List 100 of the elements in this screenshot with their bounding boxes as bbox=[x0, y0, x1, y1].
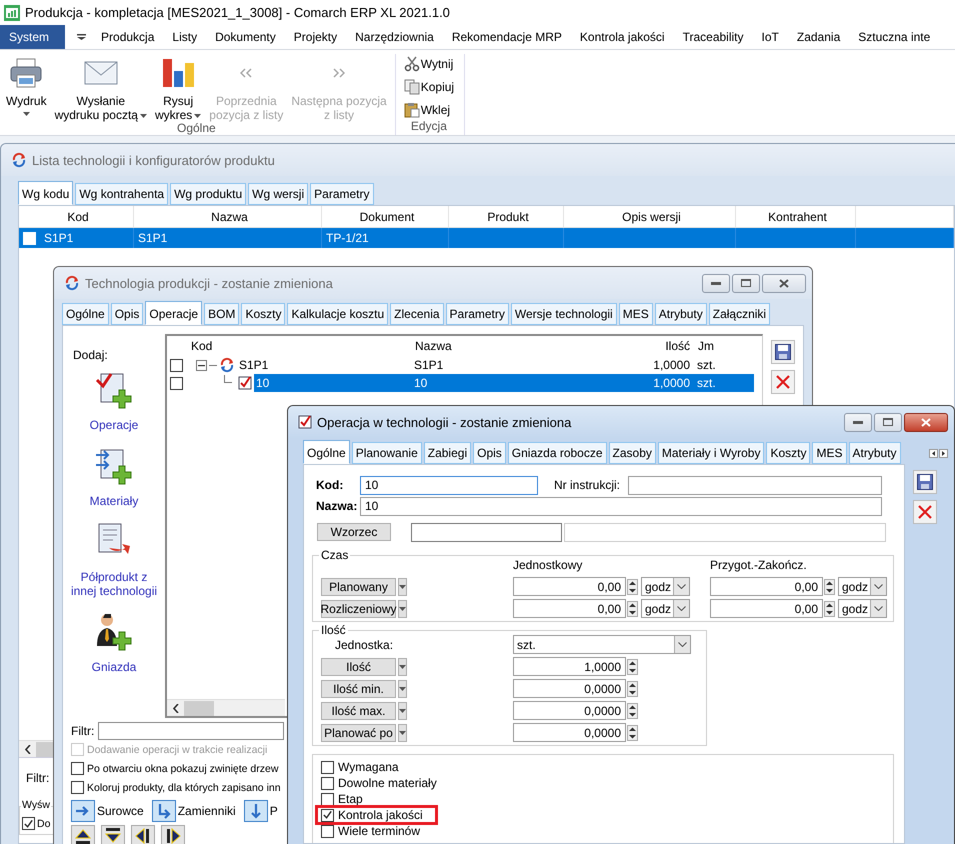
unit-dropdown[interactable]: godz bbox=[838, 577, 887, 596]
tab[interactable]: Ogólne bbox=[303, 440, 350, 464]
split-button[interactable]: Ilość min. bbox=[321, 680, 396, 698]
column-header[interactable]: Dokument bbox=[322, 206, 449, 227]
scrollbar[interactable] bbox=[19, 740, 53, 757]
tree-item[interactable]: 10 bbox=[254, 374, 411, 392]
scroll-right-icon[interactable] bbox=[938, 449, 948, 458]
ribbon-tab[interactable]: Zadania bbox=[788, 25, 850, 49]
delete-button[interactable] bbox=[771, 370, 795, 394]
number-field[interactable]: 1,0000 bbox=[513, 657, 626, 676]
ribbon-tab[interactable]: System bbox=[0, 25, 66, 49]
tab[interactable]: Koszty bbox=[766, 442, 810, 464]
checkbox[interactable] bbox=[321, 760, 334, 774]
tab[interactable]: Zlecenia bbox=[390, 303, 444, 325]
column-header[interactable]: Kontrahent bbox=[736, 206, 856, 227]
ribbon-tab[interactable]: Kontrola jakości bbox=[570, 25, 674, 49]
number-field[interactable]: 0,0000 bbox=[513, 679, 626, 698]
tab[interactable]: Wg produktu bbox=[170, 183, 246, 205]
column-header[interactable]: Jm bbox=[694, 336, 754, 356]
ribbon-tab[interactable]: Produkcja bbox=[92, 25, 164, 49]
column-header[interactable]: Kod bbox=[19, 206, 134, 227]
scroll-left-icon[interactable] bbox=[928, 449, 938, 458]
tab[interactable]: BOM bbox=[204, 303, 240, 325]
minimize-button[interactable] bbox=[844, 412, 872, 432]
text-field[interactable] bbox=[628, 476, 882, 494]
delete-button[interactable] bbox=[913, 500, 937, 524]
spinner-icon[interactable] bbox=[824, 600, 835, 616]
view-toggle-button[interactable] bbox=[71, 800, 95, 822]
tab[interactable]: MES bbox=[618, 303, 653, 325]
text-field[interactable]: 10 bbox=[360, 476, 538, 494]
spinner-icon[interactable] bbox=[627, 724, 638, 740]
tab[interactable]: Kalkulacje kosztu bbox=[287, 303, 388, 325]
number-field[interactable]: 0,00 bbox=[710, 577, 823, 596]
spinner-icon[interactable] bbox=[627, 680, 638, 696]
tab[interactable]: Zabiegi bbox=[424, 442, 472, 464]
minimize-button[interactable] bbox=[702, 274, 730, 292]
ribbon-button[interactable]: Wytnij bbox=[404, 56, 454, 72]
tab[interactable]: Parametry bbox=[446, 303, 509, 325]
split-button[interactable]: Ilość max. bbox=[321, 702, 396, 720]
checkbox[interactable] bbox=[71, 762, 84, 775]
save-button[interactable] bbox=[771, 340, 795, 364]
column-header[interactable]: Ilość bbox=[637, 336, 694, 356]
tab[interactable]: Załączniki bbox=[708, 303, 770, 325]
text-field[interactable] bbox=[564, 522, 886, 542]
add-button[interactable]: Materiały bbox=[90, 446, 138, 508]
ribbon-tab[interactable]: Narzędziownia bbox=[346, 25, 443, 49]
ribbon-button[interactable]: Kopiuj bbox=[404, 79, 454, 95]
column-header[interactable]: Nazwa bbox=[411, 336, 637, 356]
split-button[interactable]: Planować po bbox=[321, 724, 396, 742]
maximize-button[interactable] bbox=[732, 274, 760, 292]
scrollbar[interactable] bbox=[167, 699, 285, 716]
collapse-toggle[interactable] bbox=[196, 360, 207, 370]
checkbox[interactable] bbox=[321, 776, 334, 790]
dropdown-button[interactable] bbox=[398, 724, 407, 742]
checkbox[interactable] bbox=[22, 817, 35, 830]
checkbox[interactable] bbox=[321, 808, 334, 822]
ribbon-command[interactable]: Rysuj wykres bbox=[152, 54, 204, 122]
dropdown-button[interactable] bbox=[398, 600, 407, 618]
unit-dropdown[interactable]: godz bbox=[838, 599, 887, 618]
ribbon-tab[interactable]: Listy bbox=[163, 25, 206, 49]
maximize-button[interactable] bbox=[874, 412, 902, 432]
dropdown-button[interactable] bbox=[398, 658, 407, 676]
tab[interactable]: Gniazda robocze bbox=[508, 442, 607, 464]
move-button[interactable] bbox=[161, 825, 185, 844]
column-header[interactable]: Produkt bbox=[449, 206, 564, 227]
checkbox[interactable] bbox=[170, 376, 183, 390]
tab[interactable]: Wg wersji bbox=[248, 183, 308, 205]
number-field[interactable]: 0,0000 bbox=[513, 701, 626, 720]
split-button[interactable]: Ilość bbox=[321, 658, 396, 676]
add-button[interactable]: Gniazda bbox=[92, 612, 136, 674]
template-button[interactable]: Wzorzec bbox=[317, 523, 391, 541]
ribbon-tab[interactable]: Projekty bbox=[284, 25, 346, 49]
spinner-icon[interactable] bbox=[824, 578, 835, 594]
tab[interactable]: Planowanie bbox=[352, 442, 422, 464]
close-button[interactable] bbox=[904, 412, 948, 432]
column-header[interactable]: Nazwa bbox=[134, 206, 322, 227]
text-field[interactable]: 10 bbox=[360, 496, 882, 516]
scroll-thumb[interactable] bbox=[184, 700, 214, 716]
filter-field[interactable] bbox=[98, 722, 284, 740]
dropdown-button[interactable] bbox=[398, 578, 407, 596]
spinner-icon[interactable] bbox=[627, 702, 638, 718]
move-button[interactable] bbox=[101, 825, 125, 844]
checkbox[interactable] bbox=[321, 824, 334, 838]
checkbox[interactable] bbox=[321, 792, 334, 806]
tab[interactable]: Wg kodu bbox=[18, 181, 74, 205]
spinner-icon[interactable] bbox=[627, 578, 638, 594]
tab[interactable]: Opis bbox=[473, 442, 506, 464]
ribbon-tab[interactable]: Dokumenty bbox=[206, 25, 285, 49]
tab[interactable]: Koszty bbox=[241, 303, 286, 325]
tab[interactable]: Wersje technologii bbox=[510, 303, 617, 325]
ribbon-tab[interactable]: Sztuczna inte bbox=[849, 25, 930, 49]
spinner-icon[interactable] bbox=[627, 600, 638, 616]
ribbon-tab[interactable]: IoT bbox=[752, 25, 788, 49]
split-button[interactable]: Planowany bbox=[321, 578, 396, 596]
tab[interactable]: Zasoby bbox=[608, 442, 656, 464]
ribbon-command[interactable]: Wydruk bbox=[4, 54, 49, 116]
move-button[interactable] bbox=[131, 825, 155, 844]
tab[interactable]: MES bbox=[812, 442, 846, 464]
number-field[interactable]: 0,00 bbox=[513, 599, 626, 618]
number-field[interactable]: 0,0000 bbox=[513, 723, 626, 742]
